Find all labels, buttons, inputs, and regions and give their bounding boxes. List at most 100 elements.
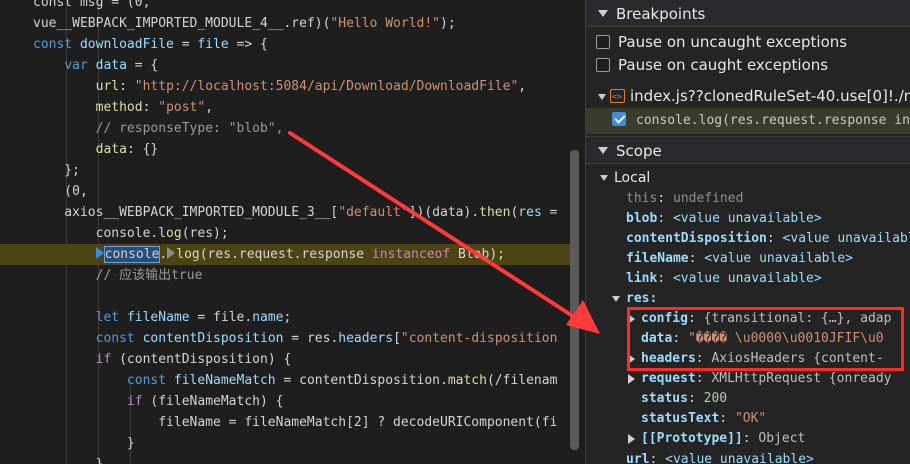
code-token: contentDisposition (142, 331, 284, 346)
code-token: [ (393, 331, 401, 346)
scope-separator: : (742, 431, 759, 446)
code-line[interactable]: const downloadFile = file => { (0, 34, 570, 55)
code-line[interactable]: data: {} (0, 139, 570, 160)
code-token: , (205, 100, 214, 115)
scope-var-url[interactable]: url: <value unavailable> (613, 450, 814, 464)
code-token: const (126, 373, 174, 388)
res-prop-statusText[interactable]: statusText: "OK" (628, 409, 766, 429)
code-line[interactable]: }; (0, 160, 570, 181)
scope-separator: : (649, 452, 666, 464)
code-line[interactable]: url: "http://localhost:5084/api/Download… (0, 76, 570, 97)
code-token: const (33, 37, 80, 52)
code-line[interactable]: if (fileNameMatch) { (0, 391, 570, 412)
local-scope-row[interactable]: Local (600, 168, 650, 188)
scope-var-link[interactable]: link: <value unavailable> (613, 269, 822, 289)
code-token: match (447, 373, 487, 388)
code-token: } (33, 457, 104, 464)
scope-value: XMLHttpRequest {onready (711, 371, 892, 386)
breakpoints-title: Breakpoints (616, 5, 706, 23)
code-token: }; (33, 163, 80, 178)
code-line[interactable]: var data = { (0, 55, 570, 76)
scope-separator: : (657, 191, 673, 206)
res-prop-request[interactable]: request: XMLHttpRequest {onready (628, 369, 891, 389)
breakpoint-checkbox[interactable] (612, 112, 626, 126)
scope-var-res[interactable]: res: (612, 289, 657, 309)
code-token: (res); (181, 226, 229, 241)
code-token: , (518, 79, 527, 94)
breakpoints-section-header[interactable]: Breakpoints (586, 0, 910, 27)
expand-icon[interactable] (628, 433, 635, 444)
code-token: (0, (33, 184, 88, 199)
code-line[interactable]: fileName = fileNameMatch[2] ? decodeURIC… (0, 412, 570, 433)
code-line[interactable]: // 应该输出true (0, 265, 570, 286)
code-token: vue__WEBPACK_IMPORTED_MODULE_4__.ref)( (33, 16, 331, 31)
code-token: = res. (283, 331, 339, 346)
scope-key: res: (626, 291, 658, 306)
scope-var-this[interactable]: this: undefined (613, 189, 743, 209)
code-token: method (95, 100, 143, 115)
code-token: => { (228, 37, 268, 52)
pause-uncaught-checkbox[interactable] (596, 35, 610, 49)
scope-key: contentDisposition (626, 231, 767, 246)
scope-var-fileName[interactable]: fileName: <value unavailable> (613, 249, 853, 269)
code-line[interactable] (0, 286, 570, 307)
collapse-icon (598, 147, 608, 154)
code-token: log (158, 226, 182, 241)
expand-icon[interactable] (628, 373, 635, 384)
scope-separator: : (657, 211, 673, 226)
code-token: "default" (338, 205, 409, 220)
res-prop-status[interactable]: status: 200 (628, 389, 727, 409)
inline-breakpoint-icon[interactable] (95, 247, 104, 259)
code-token: fileNameMatch (173, 373, 276, 388)
scope-section-header[interactable]: Scope (586, 136, 910, 164)
code-line[interactable]: } (0, 433, 570, 454)
inline-breakpoint-icon[interactable] (167, 247, 176, 259)
code-editor[interactable]: const msg = (0, vue__WEBPACK_IMPORTED_MOD… (0, 0, 585, 464)
code-token: // responseType: "blob", (95, 121, 284, 136)
pause-caught-checkbox[interactable] (596, 58, 610, 72)
scope-separator: : (688, 251, 705, 266)
breakpoint-file-row[interactable]: index.js??clonedRuleSet-40.use[0]!./noc (586, 84, 910, 109)
scope-var-blob[interactable]: blob: <value unavailable> (613, 209, 822, 229)
code-line[interactable]: axios__WEBPACK_IMPORTED_MODULE_3__["defa… (0, 202, 570, 223)
code-line[interactable]: if (contentDisposition) { (0, 349, 570, 370)
scope-key: request (641, 371, 696, 386)
res-prop-Prototype[interactable]: [[Prototype]]: Object (628, 429, 805, 449)
expand-icon[interactable] (612, 295, 620, 302)
code-line[interactable]: console.log(res); (0, 223, 570, 244)
scope-title: Scope (616, 142, 662, 160)
code-line[interactable]: // responseType: "blob", (0, 118, 570, 139)
code-line[interactable]: const fileNameMatch = contentDisposition… (0, 370, 570, 391)
code-token: "post" (158, 100, 206, 115)
code-line[interactable]: } (0, 454, 570, 464)
code-line[interactable]: const contentDisposition = res.headers["… (0, 328, 570, 349)
code-token: (res.request.response (199, 247, 372, 262)
code-line[interactable]: vue__WEBPACK_IMPORTED_MODULE_4__.ref)("H… (0, 13, 570, 34)
pause-uncaught-row[interactable]: Pause on uncaught exceptions (596, 31, 847, 53)
scope-key: fileName (626, 251, 689, 266)
scope-value: 200 (703, 391, 728, 406)
scope-value: <value unavailable> (782, 231, 910, 246)
scope-var-contentDisposition[interactable]: contentDisposition: <value unavailable> (613, 229, 910, 249)
collapse-icon (598, 10, 608, 17)
code-token: Blob); (450, 247, 505, 262)
pause-caught-row[interactable]: Pause on caught exceptions (596, 54, 828, 76)
code-line[interactable]: (0, (0, 181, 570, 202)
code-token: console. (33, 226, 159, 241)
code-token: fileName (126, 310, 190, 325)
breakpoint-item[interactable]: console.log(res.request.response in (586, 108, 910, 134)
scope-value: Object (758, 431, 806, 446)
code-token: then (479, 205, 511, 220)
code-line[interactable]: method: "post", (0, 97, 570, 118)
code-token: file (197, 37, 229, 52)
scope-key: [[Prototype]] (641, 431, 743, 446)
code-line[interactable]: let fileName = file.name; (0, 307, 570, 328)
code-line-paused[interactable]: console. log(res.request.response instanc… (0, 244, 570, 265)
code-line[interactable]: const msg = (0, (0, 0, 570, 13)
editor-scrollbar[interactable] (570, 150, 579, 450)
